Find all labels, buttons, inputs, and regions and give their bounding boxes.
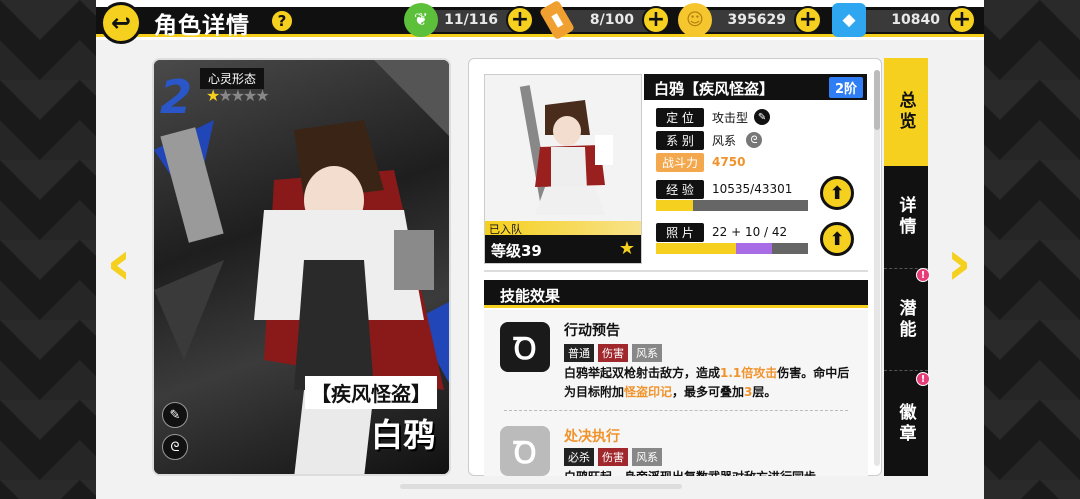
coin-icon: ☺	[678, 3, 712, 37]
photo-upgrade-button[interactable]: ⬆	[820, 222, 854, 256]
attack-type-icon-small: ✎	[754, 109, 771, 125]
photo-label: 照 片	[656, 222, 704, 242]
position-row: 定 位 攻击型 ✎	[656, 107, 771, 127]
coin-value: 395629	[727, 12, 786, 28]
rank-badge: 2阶	[828, 77, 863, 98]
tab-details[interactable]: 详情	[884, 166, 928, 268]
page-title: 角色详情	[154, 13, 250, 39]
position-value: 攻击型	[712, 110, 749, 125]
chibi-art	[519, 85, 613, 215]
skill-description: 白鸦旺起，身旁浮现出复数武器对敌方进行同步	[564, 468, 860, 476]
scroll-thumb[interactable]	[874, 70, 880, 130]
back-arrow-icon: ↩	[110, 9, 132, 37]
resource-battery: ▮ 8/100 +	[538, 0, 670, 41]
next-character-button[interactable]: ›	[944, 222, 974, 302]
card-rank-number: 2	[160, 70, 193, 124]
leaf-energy-icon: ❦	[404, 3, 438, 37]
character-card: 2 心灵形态 ★★★★★ 【疾风怪盗】 白鸦 ✎ ᘓ	[152, 58, 451, 476]
potential-notification-badge: !	[916, 372, 930, 386]
skill-separator	[504, 410, 848, 411]
character-subtitle: 【疾风怪盗】	[305, 376, 437, 409]
skill-tags: 必杀 伤害 风系	[564, 448, 662, 466]
skill-description: 白鸦举起双枪射击敌方，造成1.1倍攻击伤害。命中后为目标附加怪盗印记，最多可叠加…	[564, 366, 850, 399]
exp-progress-bar	[656, 200, 808, 211]
tag-wind: 风系	[632, 344, 662, 362]
tag-normal: 普通	[564, 344, 594, 362]
tab-potential[interactable]: 潜能	[884, 268, 928, 370]
scrollbar[interactable]	[874, 70, 880, 466]
details-notification-badge: !	[916, 268, 930, 282]
wind-element-icon: ᘓ	[162, 434, 188, 460]
section-divider	[484, 270, 868, 272]
character-full-name: 白鸦【疾风怪盗】	[654, 80, 775, 98]
form-stars: ★★★★★	[206, 86, 270, 105]
skill-name: 行动预告	[564, 323, 620, 339]
photo-row: 照 片 22 + 10 / 42	[656, 222, 788, 242]
joined-banner: 已入队	[485, 221, 641, 236]
exp-value: 10535/43301	[712, 182, 793, 196]
crystal-icon: ◆	[832, 3, 866, 37]
add-coin-button[interactable]: +	[794, 6, 822, 34]
level-bar: 等级39 ★	[485, 235, 641, 263]
skills-header: 技能效果	[484, 280, 868, 308]
photo-value: 22 + 10 / 42	[712, 225, 788, 239]
skill-normal-icon: Ꝺ	[500, 322, 550, 372]
resource-crystal: ◆ 10840 +	[832, 3, 976, 37]
exp-label: 经 验	[656, 179, 704, 199]
wind-element-icon-small: ᘓ	[746, 132, 763, 148]
home-indicator	[400, 484, 682, 489]
tag-damage: 伤害	[598, 448, 628, 466]
resource-energy: ❦ 11/116 +	[404, 3, 534, 37]
tab-overview[interactable]: 总览	[884, 58, 928, 166]
tag-wind: 风系	[632, 448, 662, 466]
skill-item[interactable]: Ꝺ 行动预告 普通 伤害 风系 白鸦举起双枪射击敌方，造成1.1倍攻击伤害。命中…	[484, 310, 868, 420]
character-name-bar: 白鸦【疾风怪盗】 2阶	[644, 74, 867, 100]
element-label: 系 别	[656, 130, 704, 150]
tag-ultimate: 必杀	[564, 448, 594, 466]
exp-row: 经 验 10535/43301	[656, 179, 793, 199]
add-battery-button[interactable]: +	[642, 6, 670, 34]
crystal-value: 10840	[891, 12, 940, 28]
element-row: 系 别 风系 ᘓ	[656, 130, 763, 150]
photo-progress-bar	[656, 243, 808, 254]
level-text: 等级39	[491, 242, 542, 260]
resource-coin: ☺ 395629 +	[678, 3, 822, 37]
favorite-star-icon[interactable]: ★	[619, 238, 635, 259]
character-portrait: 已入队 等级39 ★	[484, 74, 642, 264]
skills-list: Ꝺ 行动预告 普通 伤害 风系 白鸦举起双枪射击敌方，造成1.1倍攻击伤害。命中…	[484, 310, 868, 476]
skill-item[interactable]: Ꝺ 处决执行 必杀 伤害 风系 白鸦旺起，身旁浮现出复数武器对敌方进行同步	[484, 420, 868, 476]
back-button[interactable]: ↩	[100, 2, 142, 44]
element-value: 风系	[712, 133, 737, 148]
prev-character-button[interactable]: ‹	[104, 222, 134, 302]
side-tabs: 总览 详情 潜能 徽章	[884, 58, 928, 476]
power-row: 战斗力 4750	[656, 152, 746, 172]
exp-upgrade-button[interactable]: ⬆	[820, 176, 854, 210]
position-label: 定 位	[656, 107, 704, 127]
skill-tags: 普通 伤害 风系	[564, 344, 662, 362]
tag-damage: 伤害	[598, 344, 628, 362]
add-energy-button[interactable]: +	[506, 6, 534, 34]
attack-type-icon: ✎	[162, 402, 188, 428]
character-name-large: 白鸦	[370, 416, 435, 454]
skill-ultimate-icon: Ꝺ	[500, 426, 550, 476]
help-button[interactable]: ?	[270, 9, 294, 33]
energy-value: 11/116	[444, 12, 498, 28]
add-crystal-button[interactable]: +	[948, 6, 976, 34]
power-value: 4750	[712, 155, 746, 169]
battery-value: 8/100	[589, 12, 634, 28]
skill-name: 处决执行	[564, 429, 620, 445]
power-label: 战斗力	[656, 152, 705, 172]
